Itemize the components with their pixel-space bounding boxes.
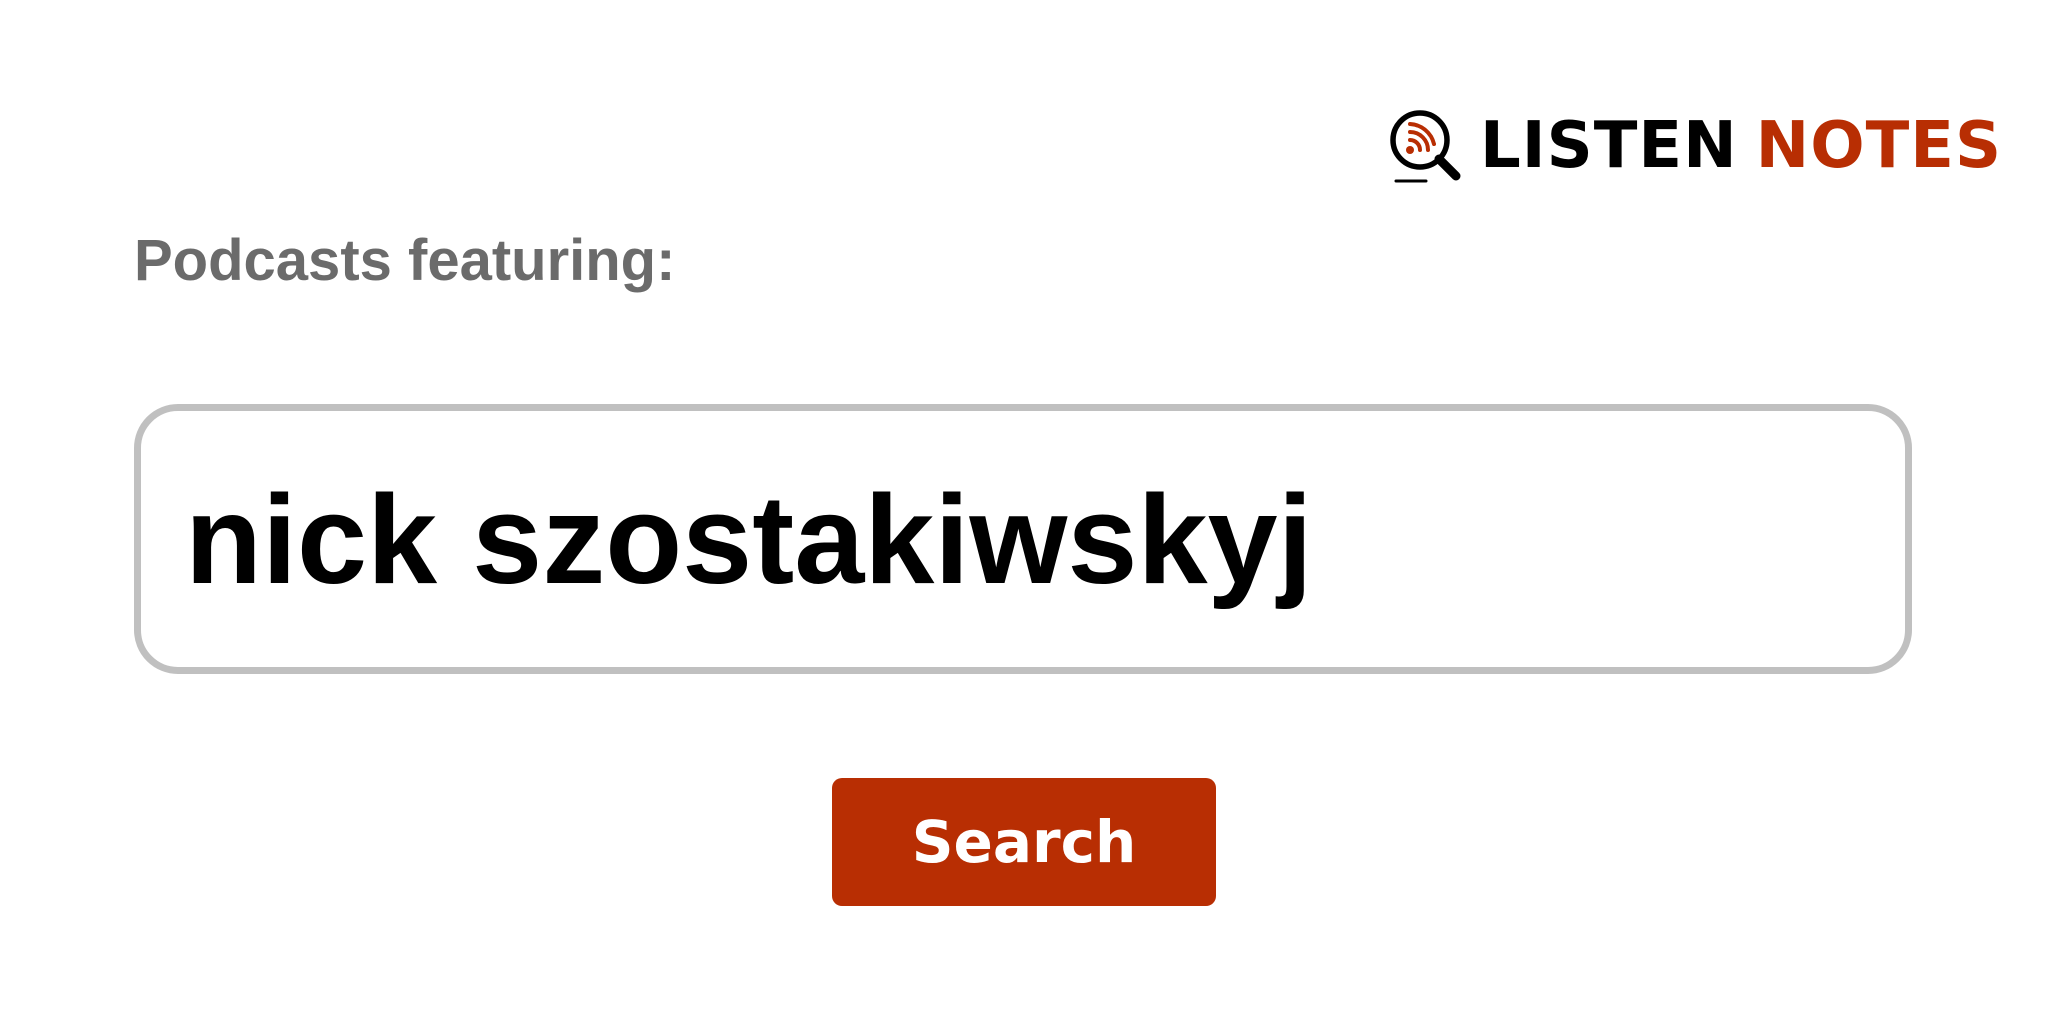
search-input[interactable] — [185, 466, 1861, 612]
logo-wordmark: LISTEN NOTES — [1480, 114, 2002, 178]
logo-word-notes: NOTES — [1755, 109, 2003, 183]
magnifier-podcast-icon — [1390, 110, 1461, 183]
search-box[interactable] — [134, 404, 1912, 674]
page-heading: Podcasts featuring: — [134, 228, 676, 293]
search-button[interactable]: Search — [832, 778, 1216, 906]
listen-notes-logo[interactable]: LISTEN NOTES — [1386, 106, 2002, 186]
logo-word-listen: LISTEN — [1480, 109, 1738, 183]
